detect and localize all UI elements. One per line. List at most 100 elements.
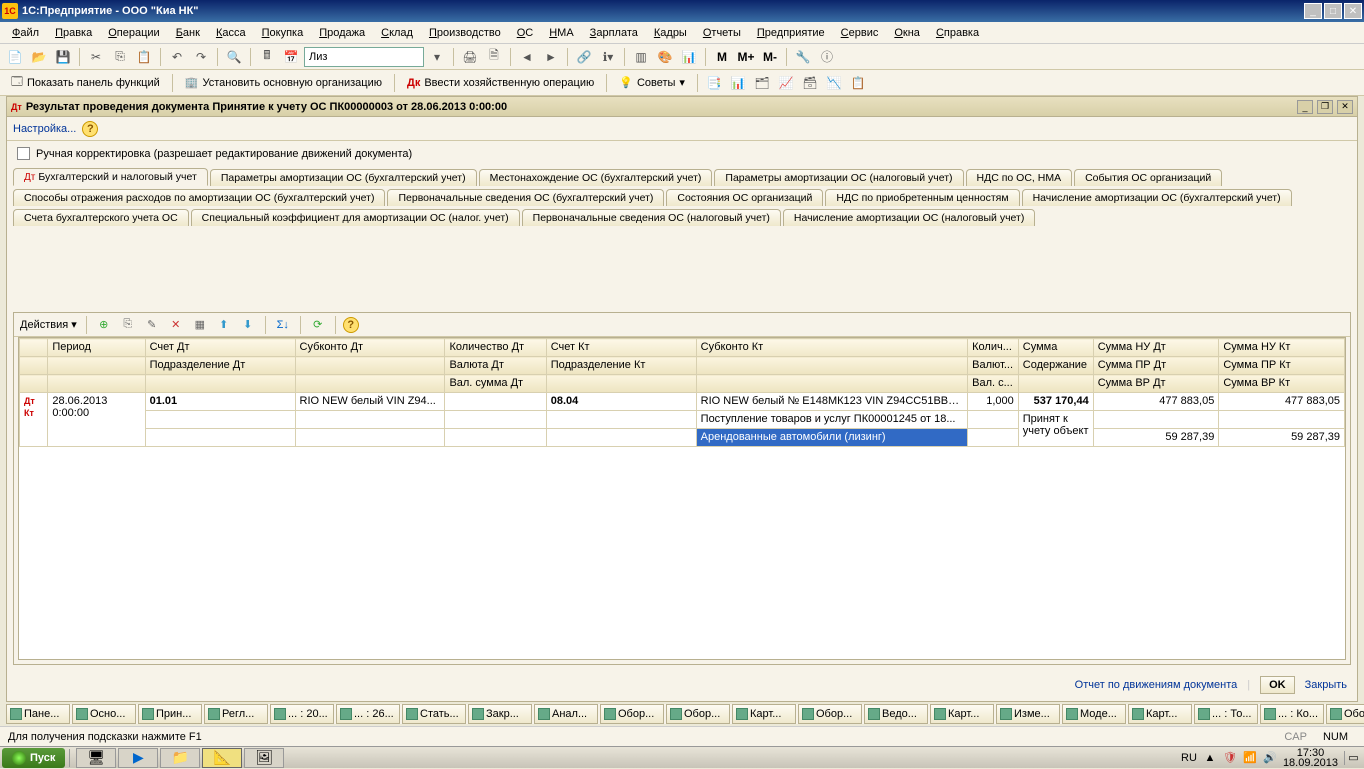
col-header[interactable]: Количество Дт — [445, 339, 546, 357]
appearance-icon[interactable]: 🎨 — [654, 46, 676, 68]
window-tab-7[interactable]: Закр... — [468, 704, 532, 724]
paste-icon[interactable]: 📋 — [133, 46, 155, 68]
menu-покупка[interactable]: Покупка — [256, 25, 310, 41]
tab-tabs1-5[interactable]: События ОС организаций — [1074, 169, 1222, 186]
cell-content[interactable]: Принят к учету объект — [1018, 411, 1093, 447]
menu-файл[interactable]: Файл — [6, 25, 45, 41]
cut-icon[interactable]: ✂ — [85, 46, 107, 68]
menu-окна[interactable]: Окна — [888, 25, 926, 41]
cell-sub-kt-2[interactable]: Поступление товаров и услуг ПК00001245 о… — [696, 411, 967, 429]
accounting-grid[interactable]: ПериодСчет ДтСубконто ДтКоличество ДтСче… — [18, 337, 1346, 660]
taskbar-app-4-active[interactable]: 📐 — [202, 748, 242, 768]
cell-pr-dt[interactable] — [1093, 411, 1219, 429]
menu-отчеты[interactable]: Отчеты — [697, 25, 747, 41]
cell-currency-kt[interactable] — [968, 411, 1019, 429]
finish-edit-icon[interactable]: ▦ — [190, 315, 210, 335]
cell-qty-dt[interactable] — [445, 393, 546, 411]
window-tab-11[interactable]: Карт... — [732, 704, 796, 724]
menu-склад[interactable]: Склад — [375, 25, 419, 41]
link-icon[interactable]: 🔗 — [573, 46, 595, 68]
menu-банк[interactable]: Банк — [170, 25, 206, 41]
tray-lang[interactable]: RU — [1181, 752, 1197, 764]
undo-icon[interactable]: ↶ — [166, 46, 188, 68]
window-tab-12[interactable]: Обор... — [798, 704, 862, 724]
settings-link[interactable]: Настройка... — [13, 123, 76, 135]
tray-sound-icon[interactable]: 🔊 — [1263, 751, 1277, 765]
menu-кадры[interactable]: Кадры — [648, 25, 693, 41]
ok-button[interactable]: OK — [1260, 676, 1295, 694]
tips-button[interactable]: 💡Советы▾ — [612, 72, 692, 94]
window-tab-3[interactable]: Регл... — [204, 704, 268, 724]
taskbar-app-3[interactable]: 📁 — [160, 748, 200, 768]
tool-icon-7[interactable]: 📋 — [847, 72, 869, 94]
window-tab-17[interactable]: Карт... — [1128, 704, 1192, 724]
tab-tabs1-3[interactable]: Параметры амортизации ОС (налоговый учет… — [714, 169, 963, 186]
cell-cursum-kt[interactable] — [968, 429, 1019, 447]
minimize-button[interactable]: _ — [1304, 3, 1322, 19]
tab-tabs2-2[interactable]: Состояния ОС организаций — [666, 189, 823, 206]
cell-qty-kt[interactable]: 1,000 — [968, 393, 1019, 411]
window-tab-4[interactable]: ... : 20... — [270, 704, 334, 724]
settings-icon[interactable]: 🔧 — [792, 46, 814, 68]
col-header[interactable]: Субконто Кт — [696, 339, 967, 357]
tab-tabs3-2[interactable]: Первоначальные сведения ОС (налоговый уч… — [522, 209, 781, 226]
window-tab-20[interactable]: Обор... — [1326, 704, 1364, 724]
col-header[interactable]: Вал. с... — [968, 375, 1019, 393]
grid-help-icon[interactable]: ? — [343, 317, 359, 333]
col-header[interactable] — [145, 375, 295, 393]
layout-icon[interactable]: ▥ — [630, 46, 652, 68]
cell-acct-kt[interactable]: 08.04 — [546, 393, 696, 411]
window-tab-18[interactable]: ... : То... — [1194, 704, 1258, 724]
show-function-panel-button[interactable]: 🗔Показать панель функций — [4, 72, 167, 94]
window-tab-10[interactable]: Обор... — [666, 704, 730, 724]
menu-нма[interactable]: НМА — [543, 25, 579, 41]
col-header[interactable]: Валюта Дт — [445, 357, 546, 375]
cell-dept-dt[interactable] — [145, 411, 295, 429]
window-tab-16[interactable]: Моде... — [1062, 704, 1126, 724]
col-header[interactable] — [20, 375, 48, 393]
save-icon[interactable]: 💾 — [52, 46, 74, 68]
col-header[interactable] — [295, 357, 445, 375]
col-header[interactable]: Валют... — [968, 357, 1019, 375]
copy-icon[interactable]: ⎘ — [109, 46, 131, 68]
window-tab-1[interactable]: Осно... — [72, 704, 136, 724]
edit-row-icon[interactable]: ✎ — [142, 315, 162, 335]
menu-производство[interactable]: Производство — [423, 25, 507, 41]
search-dropdown-icon[interactable]: ▾ — [426, 46, 448, 68]
enter-operation-button[interactable]: ДкВвести хозяйственную операцию — [400, 72, 601, 94]
cell-sub-dt[interactable]: RIO NEW белый VIN Z94... — [295, 393, 445, 411]
movements-report-link[interactable]: Отчет по движениям документа — [1075, 679, 1238, 691]
menu-продажа[interactable]: Продажа — [313, 25, 371, 41]
tray-clock[interactable]: 17:3018.09.2013 — [1283, 748, 1338, 768]
open-icon[interactable]: 📂 — [28, 46, 50, 68]
window-tab-13[interactable]: Ведо... — [864, 704, 928, 724]
col-header[interactable]: Период — [48, 339, 145, 357]
print-icon[interactable]: 🖨 — [459, 46, 481, 68]
refresh-icon[interactable]: ⟳ — [308, 315, 328, 335]
add-row-icon[interactable]: ⊕ — [94, 315, 114, 335]
redo-icon[interactable]: ↷ — [190, 46, 212, 68]
col-header[interactable] — [1018, 375, 1093, 393]
window-tab-8[interactable]: Анал... — [534, 704, 598, 724]
cell-empty[interactable] — [295, 411, 445, 429]
tab-tabs3-1[interactable]: Специальный коэффициент для амортизации … — [191, 209, 520, 226]
tool-icon-1[interactable]: 📑 — [703, 72, 725, 94]
tab-tabs1-2[interactable]: Местонахождение ОС (бухгалтерский учет) — [479, 169, 713, 186]
calc-icon[interactable]: 🖩 — [256, 46, 278, 68]
cell-sum[interactable]: 537 170,44 — [1018, 393, 1093, 411]
menu-правка[interactable]: Правка — [49, 25, 98, 41]
start-button[interactable]: Пуск — [2, 748, 65, 768]
help-icon[interactable]: ? — [82, 121, 98, 137]
cell-vr-dt[interactable]: 59 287,39 — [1093, 429, 1219, 447]
tool-icon-2[interactable]: 📊 — [727, 72, 749, 94]
taskbar-app-5[interactable]: 🖼 — [244, 748, 284, 768]
memory-mplus-button[interactable]: M+ — [735, 46, 757, 68]
tab-tabs1-0[interactable]: ДтБухгалтерский и налоговый учет — [13, 168, 208, 186]
col-header[interactable] — [48, 357, 145, 375]
delete-row-icon[interactable]: ✕ — [166, 315, 186, 335]
col-header[interactable]: Сумма ПР Кт — [1219, 357, 1345, 375]
close-link[interactable]: Закрыть — [1305, 679, 1347, 691]
tray-shield-icon[interactable]: 🛡 — [1223, 751, 1237, 765]
close-button[interactable]: ✕ — [1344, 3, 1362, 19]
back-icon[interactable]: ◄ — [516, 46, 538, 68]
